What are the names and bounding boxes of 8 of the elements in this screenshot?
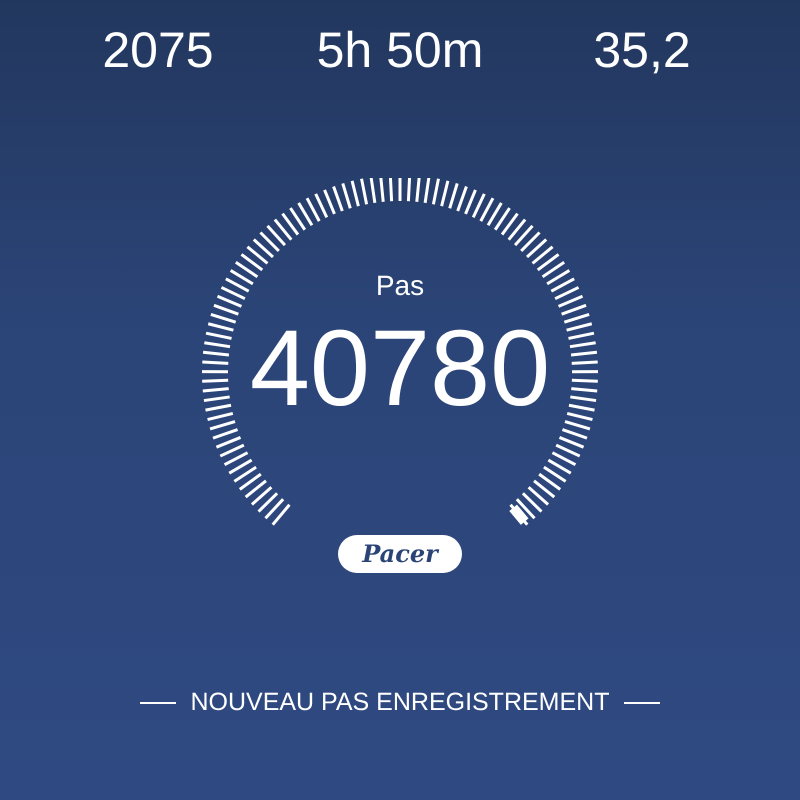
record-title: NOUVEAU PAS ENREGISTREMENT (190, 688, 610, 717)
gauge-label: Pas (374, 270, 426, 302)
stat-value: 5h 50m (316, 21, 484, 80)
stat-value: 2075 (101, 21, 215, 80)
step-count: 40780 (248, 308, 552, 428)
stat-value: 35,2 (592, 21, 692, 80)
gauge-marker (509, 504, 529, 525)
logo-badge: Pacer (338, 535, 462, 573)
